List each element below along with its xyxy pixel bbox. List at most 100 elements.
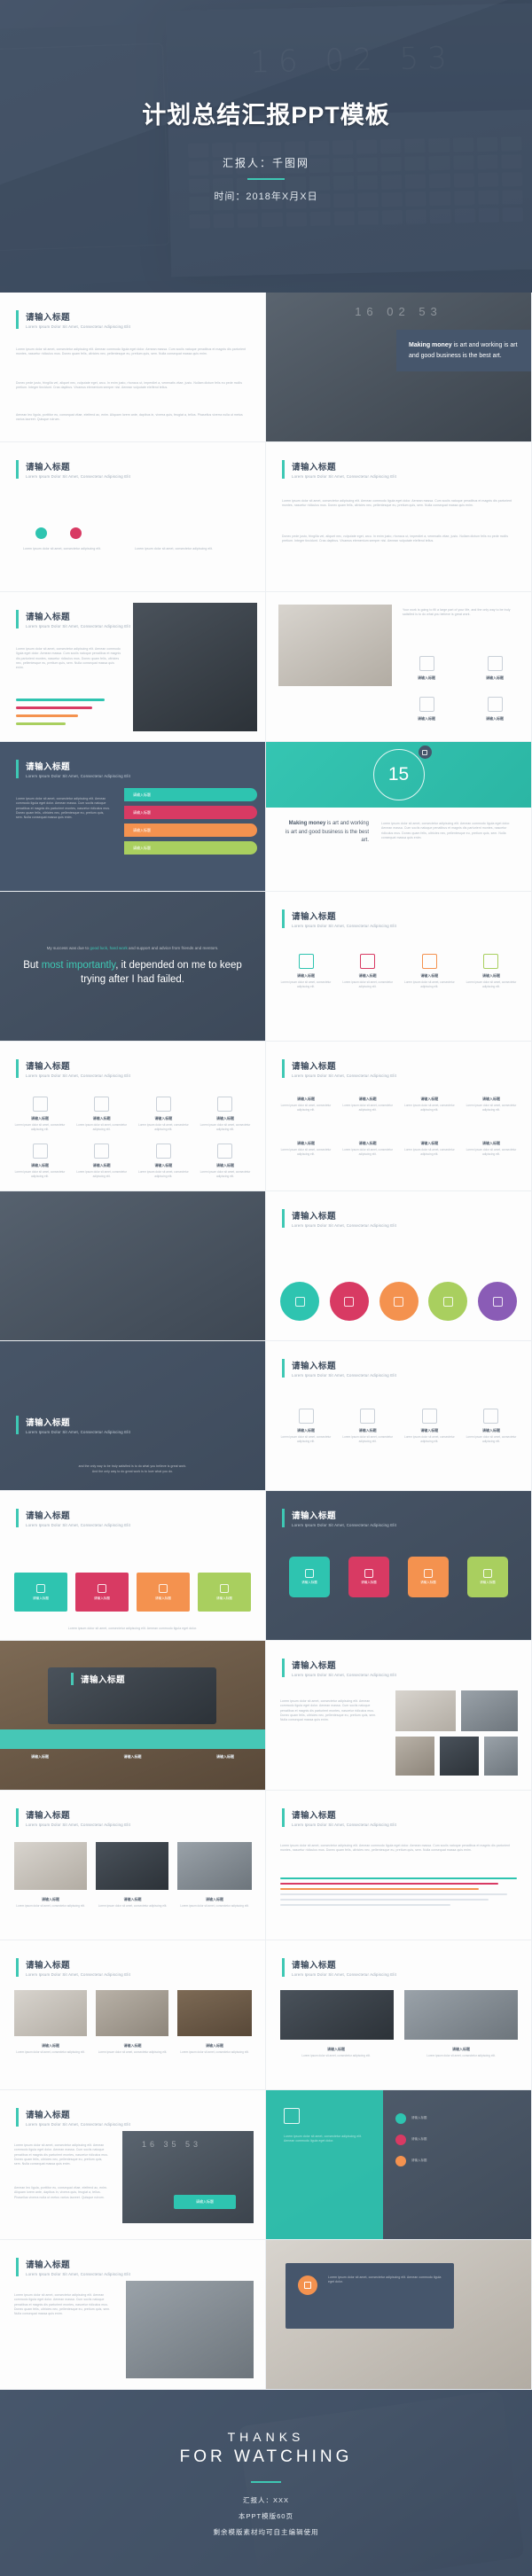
slide-thumb[interactable]: 请输入标题 Lorem Ipsum Dolor Sit Amet, Consec… — [266, 1042, 532, 1191]
slide-thumb[interactable]: 请输入标题 Lorem Ipsum Dolor Sit Amet, Consec… — [0, 1791, 266, 1940]
color-block[interactable]: 请输入标题 — [75, 1573, 129, 1612]
slide-heading: 请输入标题 Lorem Ipsum Dolor Sit Amet, Consec… — [16, 1808, 130, 1827]
slide-thumb[interactable]: 请输入标题 Lorem Ipsum Dolor Sit Amet, Consec… — [266, 1491, 532, 1641]
icon-cell[interactable]: 请输入标题 — [467, 656, 522, 683]
slide-thumb[interactable]: 请输入标题 Lorem Ipsum Dolor Sit Amet, Consec… — [0, 293, 266, 442]
icon-cell[interactable]: 请输入标题 — [399, 697, 454, 723]
ribbon-item[interactable]: 请输入标题 — [124, 806, 257, 819]
slide-thumb[interactable]: 请输入标题 Lorem Ipsum Dolor Sit Amet, Consec… — [0, 1491, 266, 1641]
bullet-text: 请输入标题 — [411, 2158, 427, 2163]
rule — [280, 1893, 508, 1895]
thanks-divider — [251, 2480, 281, 2483]
icon-cell[interactable]: 请输入标题 — [198, 1754, 253, 1761]
circle-icon[interactable] — [280, 1282, 319, 1321]
slide-thumb[interactable]: 15 Making money is art and working is ar… — [266, 742, 532, 892]
icon-cell[interactable]: 请输入标题 Lorem ipsum dolor sit amet, consect… — [278, 1097, 333, 1112]
icon-cell[interactable]: 请输入标题 — [399, 656, 454, 683]
teal-chip[interactable]: 请输入标题 — [174, 2195, 236, 2209]
color-square[interactable]: 请输入标题 — [289, 1557, 330, 1597]
icon-cell[interactable]: 请输入标题 Lorem ipsum dolor sit amet, consect… — [198, 1144, 253, 1179]
color-block[interactable]: 请输入标题 — [198, 1573, 251, 1612]
square-outline-icon — [487, 697, 503, 712]
circle-icon[interactable] — [478, 1282, 517, 1321]
color-square[interactable]: 请输入标题 — [467, 1557, 508, 1597]
icon-cell[interactable]: 请输入标题 Lorem ipsum dolor sit amet, consect… — [278, 954, 333, 989]
slide-thumb[interactable]: 请输入标题 Lorem Ipsum Dolor Sit Amet, Consec… — [0, 1341, 266, 1491]
icon-cell[interactable]: 请输入标题 Lorem ipsum dolor sit amet, consect… — [198, 1097, 253, 1132]
icon-cell[interactable]: 请输入标题 Lorem ipsum dolor sit amet, consect… — [340, 1141, 395, 1157]
hero-presenter: 汇报人：千图网 — [222, 156, 309, 169]
thanks-note: 剩余模版素材均可自主编辑使用 — [213, 2527, 319, 2536]
slide-thumb[interactable]: Lorem ipsum dolor sit amet, consectetur … — [266, 2240, 532, 2390]
slide-thumb[interactable]: 请输入标题 Lorem Ipsum Dolor Sit Amet, Consec… — [0, 1940, 266, 2090]
icon-cell[interactable]: 请输入标题 Lorem ipsum dolor sit amet, consect… — [74, 1144, 129, 1179]
icon-cell[interactable]: 请输入标题 Lorem ipsum dolor sit amet, consect… — [402, 1409, 457, 1444]
slide-thumb[interactable]: 请输入标题 Lorem Ipsum Dolor Sit Amet, Consec… — [266, 1641, 532, 1791]
slide-thumb[interactable]: 请输入标题 Lorem Ipsum Dolor Sit Amet, Consec… — [0, 1042, 266, 1191]
slide-thumb[interactable]: 请输入标题 Lorem Ipsum Dolor Sit Amet, Consec… — [0, 2240, 266, 2390]
slide-thumb[interactable]: My success was due to good luck, hard wo… — [0, 892, 266, 1042]
square-outline-icon — [304, 2282, 311, 2289]
icon-cell[interactable]: 请输入标题 — [467, 697, 522, 723]
slide-heading: 请输入标题 Lorem Ipsum Dolor Sit Amet, Consec… — [282, 460, 396, 479]
photo-caption: 请输入标题 Lorem ipsum dolor sit amet, consect… — [98, 2043, 168, 2054]
slide-thumb[interactable]: Lorem ipsum dolor sit amet, consectetur … — [266, 2090, 532, 2240]
thanks-slide[interactable]: THANKS FOR WATCHING 汇报人：XXX 本PPT模版60页 剩余… — [0, 2390, 532, 2576]
slide-thumb[interactable]: 请输入标题 Lorem Ipsum Dolor Sit Amet, Consec… — [266, 1940, 532, 2090]
square-outline-icon — [421, 1409, 437, 1424]
color-block[interactable]: 请输入标题 — [137, 1573, 190, 1612]
circle-icon[interactable] — [329, 1282, 369, 1321]
color-square[interactable]: 请输入标题 — [348, 1557, 389, 1597]
office-photo — [395, 1690, 456, 1731]
icon-cell[interactable]: 请输入标题 Lorem ipsum dolor sit amet, consect… — [340, 1409, 395, 1444]
icon-cell[interactable]: 请输入标题 Lorem ipsum dolor sit amet, consect… — [12, 1097, 67, 1132]
square-outline-icon — [98, 1583, 106, 1593]
slide-thumb[interactable]: 请输入标题 Lorem Ipsum Dolor Sit Amet, Consec… — [0, 2090, 266, 2240]
icon-cell[interactable]: 请输入标题 Lorem ipsum dolor sit amet, consect… — [136, 1097, 191, 1132]
color-block-row: 请输入标题 请输入标题 请输入标题 请输入标题 — [14, 1573, 251, 1612]
color-block[interactable]: 请输入标题 — [14, 1573, 67, 1612]
icon-cell[interactable]: 请输入标题 Lorem ipsum dolor sit amet, consect… — [340, 954, 395, 989]
circle-icon[interactable] — [428, 1282, 468, 1321]
icon-cell[interactable]: 请输入标题 Lorem ipsum dolor sit amet, consect… — [136, 1144, 191, 1179]
icon-cell[interactable]: 请输入标题 Lorem ipsum dolor sit amet, consect… — [402, 1097, 457, 1112]
icon-cell[interactable]: 请输入标题 Lorem ipsum dolor sit amet, consect… — [464, 954, 519, 989]
icon-cell[interactable]: 请输入标题 Lorem ipsum dolor sit amet, consect… — [278, 1141, 333, 1157]
ribbon-item[interactable]: 请输入标题 — [124, 824, 257, 837]
ribbon-item[interactable]: 请输入标题 — [124, 788, 257, 801]
square-outline-icon — [344, 1296, 355, 1307]
slide-body: Lorem ipsum dolor sit amet, consectetur … — [14, 2293, 111, 2316]
icon-cell[interactable]: 请输入标题 Lorem ipsum dolor sit amet, consect… — [74, 1097, 129, 1132]
slide-thumb[interactable]: 请输入标题 Lorem Ipsum Dolor Sit Amet, Consec… — [0, 742, 266, 892]
slide-thumb[interactable]: 请输入标题 Lorem Ipsum Dolor Sit Amet, Consec… — [266, 1341, 532, 1491]
slide-thumb[interactable]: 请输入标题 Lorem Ipsum Dolor Sit Amet, Consec… — [266, 1191, 532, 1341]
icon-cell[interactable]: 请输入标题 — [12, 1754, 67, 1761]
icon-cell-row: 请输入标题 Lorem ipsum dolor sit amet, consect… — [278, 1141, 519, 1157]
icon-cell[interactable]: 请输入标题 Lorem ipsum dolor sit amet, consect… — [402, 1141, 457, 1157]
ribbon-item[interactable]: 请输入标题 — [124, 841, 257, 855]
color-square[interactable]: 请输入标题 — [408, 1557, 449, 1597]
icon-cell[interactable]: 请输入标题 Lorem ipsum dolor sit amet, consect… — [402, 954, 457, 989]
icon-cell[interactable]: 请输入标题 Lorem ipsum dolor sit amet, consect… — [278, 1409, 333, 1444]
slide-heading: 请输入标题 Lorem Ipsum Dolor Sit Amet, Consec… — [16, 1059, 130, 1078]
slide-thumb[interactable]: Your work is going to fill a large part … — [266, 592, 532, 742]
slide-thumb[interactable]: 请输入标题 Lorem Ipsum Dolor Sit Amet, Consec… — [266, 1791, 532, 1940]
slide-thumb[interactable]: 请输入标题 Lorem Ipsum Dolor Sit Amet, Consec… — [0, 442, 266, 592]
circle-icon[interactable] — [379, 1282, 419, 1321]
slide-thumb[interactable]: 请输入标题 Lorem Ipsum Dolor Sit Amet, Consec… — [266, 442, 532, 592]
slide-thumb[interactable]: 16 02 53 Making money is art and working… — [266, 293, 532, 442]
bar — [16, 714, 78, 717]
icon-cell[interactable]: 请输入标题 Lorem ipsum dolor sit amet, consect… — [464, 1409, 519, 1444]
slide-thumb[interactable] — [0, 1191, 266, 1341]
icon-cell[interactable]: 请输入标题 — [106, 1754, 160, 1761]
icon-cell[interactable]: 请输入标题 Lorem ipsum dolor sit amet, consect… — [12, 1144, 67, 1179]
icon-cell[interactable]: 请输入标题 Lorem ipsum dolor sit amet, consect… — [464, 1141, 519, 1157]
slide-heading: 请输入标题 Lorem Ipsum Dolor Sit Amet, Consec… — [16, 2258, 130, 2276]
hero-banner: 16 02 53 计划总结汇报PPT模板 汇报人：千图网 时间：2018年X月X… — [0, 0, 532, 293]
slide-thumb[interactable]: 请输入标题 Lorem Ipsum Dolor Sit Amet, Consec… — [0, 592, 266, 742]
icon-cell[interactable]: 请输入标题 Lorem ipsum dolor sit amet, consect… — [340, 1097, 395, 1112]
slide-thumb[interactable]: 请输入标题 Lorem Ipsum Dolor Sit Amet, Consec… — [266, 892, 532, 1042]
icon-cell[interactable]: 请输入标题 Lorem ipsum dolor sit amet, consect… — [464, 1097, 519, 1112]
slide-thumb[interactable]: 请输入标题 请输入标题 请输入标题 请输入标题 — [0, 1641, 266, 1791]
quote-callout: Making money is art and working is art a… — [396, 330, 531, 372]
